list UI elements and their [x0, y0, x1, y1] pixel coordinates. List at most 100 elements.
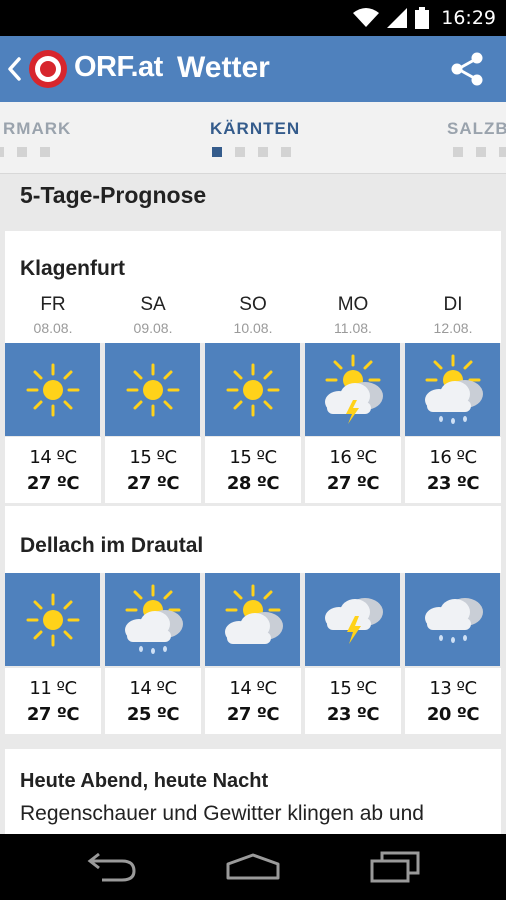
sun-icon: [226, 363, 279, 416]
location-name: Klagenfurt: [20, 257, 125, 280]
sun-rain-cloud-icon: [124, 584, 183, 654]
temp-max: 27 ºC: [226, 704, 280, 725]
rain-cloud-icon: [424, 597, 483, 643]
app-bar: ORF.at Wetter: [0, 36, 506, 102]
temp-max: 27 ºC: [26, 473, 80, 494]
temperature-cell: 15 ºC 28 ºC: [205, 437, 301, 503]
temp-max: 25 ºC: [126, 704, 180, 725]
sun-rain-cloud-icon: [424, 354, 483, 424]
status-icons: 16:29: [353, 0, 496, 36]
day-name: SA: [140, 294, 166, 315]
indicator-dot: [453, 147, 463, 157]
temperature-cell: 15 ºC 23 ºC: [305, 668, 401, 734]
navigation-bar: [0, 834, 506, 900]
day-header: FR 08.08.: [5, 294, 101, 336]
thunder-cloud-icon: [324, 597, 383, 644]
status-time: 16:29: [441, 7, 496, 29]
temp-min: 15 ºC: [129, 447, 177, 468]
temp-min: 14 ºC: [229, 678, 277, 699]
temp-max: 20 ºC: [426, 704, 480, 725]
day-date: 08.08.: [33, 320, 73, 336]
temp-min: 14 ºC: [29, 447, 77, 468]
chevron-left-icon[interactable]: [4, 56, 24, 82]
day-date: 12.08.: [433, 320, 473, 336]
home-nav-icon[interactable]: [223, 850, 283, 884]
indicator-dot: [258, 147, 268, 157]
weather-tile: [405, 343, 500, 436]
weather-tile: [105, 573, 200, 666]
orf-logo[interactable]: [28, 49, 68, 89]
weather-tile: [305, 573, 400, 666]
temp-min: 13 ºC: [429, 678, 477, 699]
indicator-dot: [40, 147, 50, 157]
tab-kaernten[interactable]: KÄRNTEN: [210, 119, 300, 139]
location-name: Dellach im Drautal: [20, 534, 204, 557]
weather-tile: [405, 573, 500, 666]
indicator-dot-active: [212, 147, 222, 157]
temp-min: 11 ºC: [29, 678, 77, 699]
temp-max: 27 ºC: [126, 473, 180, 494]
status-bar: 16:29: [0, 0, 506, 36]
region-tabs: RMARK KÄRNTEN SALZB: [0, 102, 506, 174]
temp-min: 16 ºC: [329, 447, 377, 468]
day-name: SO: [239, 294, 267, 315]
forecast-content[interactable]: 5-Tage-Prognose Klagenfurt FR 08.08. SA …: [0, 174, 506, 834]
sun-cloud-icon: [224, 584, 283, 644]
temperature-cell: 14 ºC 27 ºC: [205, 668, 301, 734]
wifi-icon: [353, 8, 380, 27]
signal-icon: [387, 8, 408, 28]
temp-max: 28 ºC: [226, 473, 280, 494]
temperature-cell: 14 ºC 25 ºC: [105, 668, 201, 734]
share-icon[interactable]: [450, 52, 484, 86]
weather-tile: [105, 343, 200, 436]
indicator-dot: [476, 147, 486, 157]
temperature-cell: 16 ºC 27 ºC: [305, 437, 401, 503]
text-forecast-card[interactable]: Heute Abend, heute Nacht Regenschauer un…: [5, 749, 501, 834]
battery-icon: [415, 7, 430, 29]
sun-icon: [26, 593, 79, 646]
indicator-dot: [281, 147, 291, 157]
indicator-dot: [235, 147, 245, 157]
weather-tile: [5, 573, 100, 666]
weather-tile: [305, 343, 400, 436]
page-title: Wetter: [177, 51, 270, 84]
temp-min: 14 ºC: [129, 678, 177, 699]
temp-max: 23 ºC: [326, 704, 380, 725]
temperature-cell: 16 ºC 23 ºC: [405, 437, 501, 503]
section-title: 5-Tage-Prognose: [20, 182, 207, 208]
location-card-klagenfurt[interactable]: Klagenfurt FR 08.08. SA 09.08. SO 10.08.…: [5, 231, 501, 503]
location-card-dellach[interactable]: Dellach im Drautal 11 ºC 27 ºC 14 ºC 25 …: [5, 506, 501, 734]
back-nav-icon[interactable]: [82, 850, 142, 884]
temperature-cell: 13 ºC 20 ºC: [405, 668, 501, 734]
day-header: SA 09.08.: [105, 294, 201, 336]
temp-max: 27 ºC: [326, 473, 380, 494]
temperature-cell: 15 ºC 27 ºC: [105, 437, 201, 503]
logo-text[interactable]: ORF.at: [74, 51, 163, 84]
indicator-dot: [0, 147, 4, 157]
temp-min: 16 ºC: [429, 447, 477, 468]
recents-nav-icon[interactable]: [364, 850, 424, 884]
day-header: MO 11.08.: [305, 294, 401, 336]
weather-tile: [205, 343, 300, 436]
sun-icon: [126, 363, 179, 416]
day-date: 10.08.: [233, 320, 273, 336]
temperature-cell: 14 ºC 27 ºC: [5, 437, 101, 503]
day-name: MO: [337, 294, 369, 315]
page-indicator: [212, 147, 291, 157]
day-date: 09.08.: [133, 320, 173, 336]
tab-steiermark[interactable]: RMARK: [3, 119, 71, 139]
indicator-dot: [499, 147, 506, 157]
temperature-cell: 11 ºC 27 ºC: [5, 668, 101, 734]
tab-salzburg[interactable]: SALZB: [447, 119, 506, 139]
day-name: FR: [40, 294, 66, 315]
temp-min: 15 ºC: [229, 447, 277, 468]
day-date: 11.08.: [334, 320, 372, 336]
text-forecast-body: Regenschauer und Gewitter klingen ab und: [20, 802, 424, 825]
weather-tile: [205, 573, 300, 666]
day-header: DI 12.08.: [405, 294, 501, 336]
day-header: SO 10.08.: [205, 294, 301, 336]
sun-thunder-cloud-icon: [324, 354, 383, 424]
page-indicator: [453, 147, 506, 157]
day-name: DI: [443, 294, 463, 315]
indicator-dot: [17, 147, 27, 157]
